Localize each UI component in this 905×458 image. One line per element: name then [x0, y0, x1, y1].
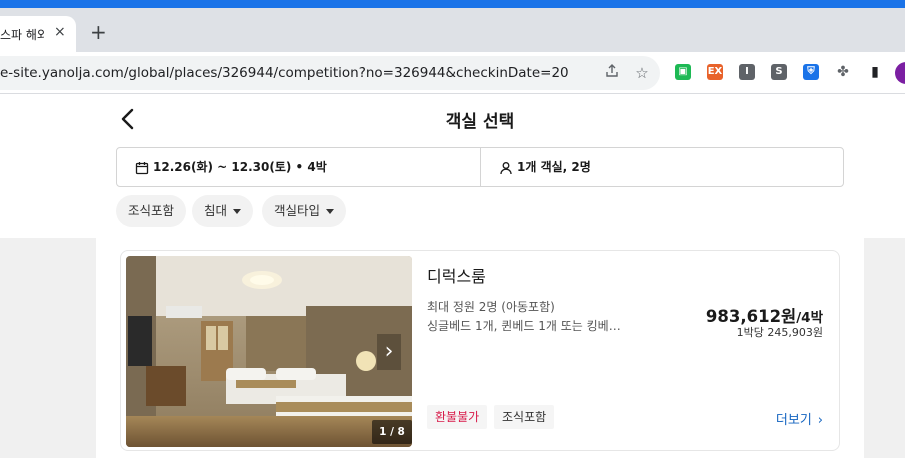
photo-counter: 1 / 8 [372, 420, 412, 444]
room-card[interactable]: › 1 / 8 디럭스룸 최대 정원 2명 (아동포함) 싱글베드 1개, 퀸베… [120, 250, 840, 451]
refund-policy-badge: 환불불가 [427, 405, 488, 429]
profile-avatar[interactable] [895, 62, 905, 84]
tab-close-icon[interactable]: × [54, 24, 66, 40]
ex-ext-icon[interactable]: EX [707, 64, 723, 80]
date-range-text: 12.26(화) ~ 12.30(토) • 4박 [153, 160, 327, 174]
photo-next-button[interactable]: › [377, 334, 401, 370]
active-tab[interactable]: 스파 해외 × [0, 16, 76, 52]
bookmark-star-icon[interactable]: ☆ [632, 63, 652, 83]
puzzle-ext-icon[interactable]: ✤ [835, 64, 851, 80]
search-conditions: 12.26(화) ~ 12.30(토) • 4박 1개 객실, 2명 [116, 147, 844, 187]
filter-label: 조식포함 [128, 203, 175, 218]
tab-strip: 스파 해외 × + [0, 8, 905, 52]
room-name[interactable]: 디럭스룸 [427, 263, 486, 287]
back-arrow-icon[interactable] [118, 107, 138, 131]
more-details-link[interactable]: 더보기 › [776, 409, 823, 428]
price-per-night: 1박당 245,903원 [736, 326, 823, 339]
breakfast-badge: 조식포함 [494, 405, 555, 429]
filter-label: 침대 [204, 203, 228, 218]
chevron-right-icon: › [817, 413, 823, 428]
i-ext-icon[interactable]: I [739, 64, 755, 80]
share-icon[interactable] [602, 63, 622, 83]
page-gutter-left [0, 238, 96, 458]
room-photo[interactable]: › 1 / 8 [126, 256, 412, 447]
calendar-icon [135, 160, 149, 175]
room-beds: 싱글베드 1개, 퀸베드 1개 또는 킹베드 1개 [427, 319, 627, 333]
screen-ext-icon[interactable]: ▣ [675, 64, 691, 80]
address-bar[interactable]: e-site.yanolja.com/global/places/326944/… [0, 56, 660, 90]
caret-down-icon [326, 209, 335, 214]
new-tab-button[interactable]: + [90, 22, 107, 42]
tab-title: 스파 해외 [0, 28, 44, 42]
url-text[interactable]: e-site.yanolja.com/global/places/326944/… [0, 65, 568, 81]
filter-label: 객실타입 [274, 203, 321, 218]
caret-down-icon [233, 209, 242, 214]
room-capacity: 최대 정원 2명 (아동포함) [427, 300, 555, 314]
shield-ext-icon[interactable]: ⛨ [803, 64, 819, 80]
date-selector[interactable]: 12.26(화) ~ 12.30(토) • 4박 [117, 148, 480, 186]
page-title: 객실 선택 [445, 112, 515, 132]
browser-toolbar: e-site.yanolja.com/global/places/326944/… [0, 52, 905, 94]
page-content: 객실 선택 12.26(화) ~ 12.30(토) • 4박 1개 객실, 2명… [0, 95, 905, 458]
guest-count-text: 1개 객실, 2명 [517, 160, 591, 174]
person-icon [499, 160, 513, 175]
filter-bed-dropdown[interactable]: 침대 [192, 195, 254, 227]
guest-selector[interactable]: 1개 객실, 2명 [481, 148, 843, 186]
sidepanel-icon[interactable]: ▮ [867, 64, 883, 80]
more-label: 더보기 [775, 413, 812, 428]
window-top-bar [0, 0, 905, 8]
s-ext-icon[interactable]: S [771, 64, 787, 80]
filter-room-type-dropdown[interactable]: 객실타입 [262, 195, 347, 227]
filter-breakfast-chip[interactable]: 조식포함 [116, 195, 187, 227]
page-gutter-right [864, 238, 905, 458]
